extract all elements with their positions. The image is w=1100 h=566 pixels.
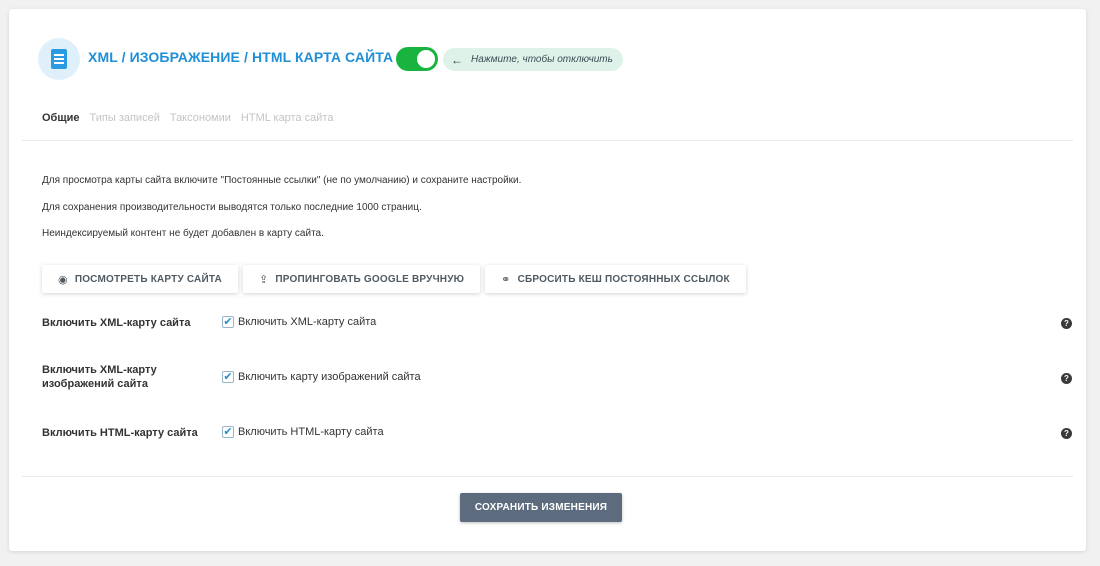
- save-changes-button[interactable]: СОХРАНИТЬ ИЗМЕНЕНИЯ: [460, 493, 622, 522]
- checkbox-checked-icon[interactable]: ✔: [222, 371, 234, 383]
- action-buttons: ◉ ПОСМОТРЕТЬ КАРТУ САЙТА ⇪ ПРОПИНГОВАТЬ …: [42, 265, 746, 293]
- tab-post-types[interactable]: Типы записей: [90, 112, 160, 124]
- share-icon: ⇪: [258, 273, 269, 286]
- sitemap-document-icon: [38, 38, 80, 80]
- image-sitemap-checkbox[interactable]: ✔ Включить карту изображений сайта: [222, 371, 421, 383]
- checkbox-checked-icon[interactable]: ✔: [222, 426, 234, 438]
- help-icon[interactable]: ?: [1061, 428, 1072, 439]
- checkbox-label: Включить XML-карту сайта: [238, 316, 377, 328]
- checkbox-label: Включить карту изображений сайта: [238, 371, 421, 383]
- help-icon[interactable]: ?: [1061, 373, 1072, 384]
- help-icon[interactable]: ?: [1061, 318, 1072, 329]
- footer-divider: [22, 476, 1073, 477]
- setting-label: Включить XML-карту сайта: [42, 317, 191, 329]
- eye-icon: ◉: [58, 273, 68, 286]
- ping-google-button[interactable]: ⇪ ПРОПИНГОВАТЬ GOOGLE ВРУЧНУЮ: [242, 265, 481, 293]
- toggle-hint: ← Нажмите, чтобы отключить: [443, 48, 623, 71]
- module-enable-toggle[interactable]: [396, 47, 438, 71]
- tab-taxonomies[interactable]: Таксономии: [170, 112, 231, 124]
- toggle-knob: [417, 50, 435, 68]
- tab-general[interactable]: Общие: [42, 112, 80, 124]
- ping-google-label: ПРОПИНГОВАТЬ GOOGLE ВРУЧНУЮ: [275, 273, 465, 285]
- view-sitemap-button[interactable]: ◉ ПОСМОТРЕТЬ КАРТУ САЙТА: [42, 265, 238, 293]
- view-sitemap-label: ПОСМОТРЕТЬ КАРТУ САЙТА: [74, 273, 222, 285]
- tab-bar: Общие Типы записей Таксономии HTML карта…: [42, 112, 333, 124]
- reset-permalink-cache-button[interactable]: ⚭ СБРОСИТЬ КЕШ ПОСТОЯННЫХ ССЫЛОК: [485, 265, 746, 293]
- xml-sitemap-checkbox[interactable]: ✔ Включить XML-карту сайта: [222, 316, 376, 328]
- settings-card: XML / ИЗОБРАЖЕНИЕ / HTML КАРТА САЙТА ← Н…: [9, 9, 1086, 551]
- reset-permalink-cache-label: СБРОСИТЬ КЕШ ПОСТОЯННЫХ ССЫЛОК: [517, 273, 730, 285]
- link-icon: ⚭: [501, 273, 511, 286]
- checkbox-checked-icon[interactable]: ✔: [222, 316, 234, 328]
- setting-label: Включить XML-карту изображений сайта: [42, 364, 157, 390]
- checkbox-label: Включить HTML-карту сайта: [238, 426, 384, 438]
- html-sitemap-checkbox[interactable]: ✔ Включить HTML-карту сайта: [222, 426, 384, 438]
- info-text-permalinks: Для просмотра карты сайта включите "Пост…: [42, 175, 522, 186]
- tab-html-sitemap[interactable]: HTML карта сайта: [241, 112, 334, 124]
- info-text-noindex: Неиндексируемый контент не будет добавле…: [42, 228, 324, 239]
- page-title: XML / ИЗОБРАЖЕНИЕ / HTML КАРТА САЙТА: [88, 49, 394, 65]
- toggle-hint-text: Нажмите, чтобы отключить: [471, 54, 613, 65]
- tabs-divider: [22, 140, 1073, 141]
- info-text-performance: Для сохранения производительности выводя…: [42, 202, 422, 213]
- arrow-left-icon: ←: [451, 52, 463, 67]
- setting-label: Включить HTML-карту сайта: [42, 427, 198, 439]
